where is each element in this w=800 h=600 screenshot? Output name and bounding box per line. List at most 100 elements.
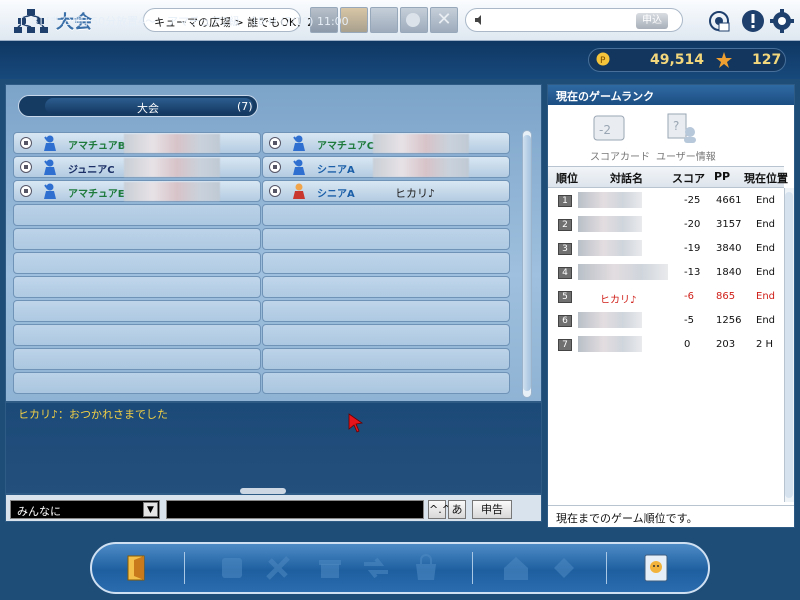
ranking-pos: End xyxy=(756,267,776,278)
avatar-slot-4[interactable] xyxy=(400,7,428,33)
blurred-player-name xyxy=(373,158,469,177)
ranking-pp: 4661 xyxy=(716,195,742,206)
player-rank: ジュニアC xyxy=(68,165,115,176)
player-icon xyxy=(293,183,305,199)
empty-player-slot[interactable] xyxy=(13,252,261,274)
kana-button[interactable]: あ xyxy=(448,500,466,519)
user-info-label: ユーザー情報 xyxy=(656,152,716,163)
empty-player-slot[interactable] xyxy=(262,276,510,298)
player-name: ヒカリ♪ xyxy=(395,187,436,200)
rank-badge: 7 xyxy=(558,339,572,351)
exit-icon[interactable] xyxy=(122,552,154,584)
rank-badge: 2 xyxy=(558,219,572,231)
status-dot-icon xyxy=(269,161,281,173)
ranking-pp: 203 xyxy=(716,339,736,350)
player-slot[interactable]: シニアA xyxy=(262,156,510,178)
tournament-info: [38] [非公開] 50分放置4～ アマチュア2級 18 H (7/10) 1… xyxy=(20,15,349,28)
empty-player-slot[interactable] xyxy=(13,300,261,322)
profile-icon[interactable] xyxy=(640,552,672,584)
col-score: スコア xyxy=(672,172,705,185)
ranking-score: -6 xyxy=(684,291,694,302)
svg-text:P: P xyxy=(600,56,606,66)
ranking-player-name[interactable]: ヒカリ♪ xyxy=(600,291,636,306)
col-name: 対話名 xyxy=(610,172,643,185)
player-rank: アマチュアB xyxy=(68,141,126,152)
participant-scroll-thumb[interactable] xyxy=(523,135,531,391)
dock-separator xyxy=(472,552,473,584)
svg-text:-2: -2 xyxy=(599,123,611,137)
ranking-score: -13 xyxy=(684,267,701,278)
empty-player-slot[interactable] xyxy=(262,204,510,226)
chat-target-value: みんなに xyxy=(17,505,61,518)
empty-player-slot[interactable] xyxy=(262,300,510,322)
player-slot[interactable]: ジュニアC xyxy=(13,156,261,178)
group-title: 大会 xyxy=(137,102,159,115)
blurred-player-name xyxy=(124,134,220,153)
player-slot[interactable]: アマチュアE xyxy=(13,180,261,202)
blurred-player-name[interactable] xyxy=(578,240,642,256)
kp-icon xyxy=(716,52,732,68)
room-icon[interactable] xyxy=(707,9,731,33)
empty-player-slot[interactable] xyxy=(13,228,261,250)
chat-target-select[interactable]: みんなに ▼ xyxy=(10,500,160,519)
close-slot-icon[interactable]: ✕ xyxy=(430,7,458,33)
empty-player-slot[interactable] xyxy=(13,348,261,370)
blurred-player-name[interactable] xyxy=(578,336,642,352)
empty-player-slot[interactable] xyxy=(262,372,510,394)
tools-icon[interactable] xyxy=(262,552,294,584)
shuffle-icon[interactable] xyxy=(548,552,580,584)
empty-player-slot[interactable] xyxy=(262,348,510,370)
empty-player-slot[interactable] xyxy=(13,372,261,394)
empty-player-slot[interactable] xyxy=(13,204,261,226)
scorecard-icon[interactable] xyxy=(216,552,248,584)
empty-player-slot[interactable] xyxy=(262,252,510,274)
player-icon xyxy=(44,159,56,175)
blurred-player-name[interactable] xyxy=(578,264,668,280)
chevron-down-icon[interactable]: ▼ xyxy=(143,502,158,517)
scorecard-label: スコアカード xyxy=(590,152,650,163)
dock-separator xyxy=(606,552,607,584)
rank-badge: 4 xyxy=(558,267,572,279)
settings-icon[interactable] xyxy=(770,9,794,33)
transfer-icon[interactable] xyxy=(360,552,392,584)
avatar-slot-3[interactable] xyxy=(370,7,398,33)
empty-player-slot[interactable] xyxy=(262,324,510,346)
ranking-pos: 2 H xyxy=(756,339,774,350)
player-slot[interactable]: シニアA ヒカリ♪ xyxy=(262,180,510,202)
col-pp: PP xyxy=(714,170,731,183)
house-icon[interactable] xyxy=(500,552,532,584)
apply-button[interactable]: 申込 xyxy=(636,13,668,29)
ranking-scroll-thumb[interactable] xyxy=(785,192,793,498)
ranking-score: -5 xyxy=(684,315,694,326)
player-rank: シニアA xyxy=(317,165,355,176)
empty-player-slot[interactable] xyxy=(262,228,510,250)
empty-player-slot[interactable] xyxy=(13,324,261,346)
gift-icon[interactable] xyxy=(314,552,346,584)
player-slot[interactable]: アマチュアC xyxy=(262,132,510,154)
blurred-player-name[interactable] xyxy=(578,312,642,328)
blurred-player-name xyxy=(124,158,220,177)
status-dot-icon xyxy=(269,185,281,197)
user-info-icon[interactable]: ? xyxy=(664,112,698,144)
scorecard-icon[interactable]: -2 xyxy=(592,112,626,144)
blurred-player-name[interactable] xyxy=(578,192,642,208)
rank-badge: 1 xyxy=(558,195,572,207)
ranking-pp: 3840 xyxy=(716,243,742,254)
group-count: (7) xyxy=(237,100,253,113)
help-icon[interactable] xyxy=(741,9,765,33)
emoticon-button[interactable]: ^.^ xyxy=(428,500,451,519)
ranking-pos: End xyxy=(756,315,776,326)
empty-player-slot[interactable] xyxy=(13,276,261,298)
report-button[interactable]: 申告 xyxy=(472,500,512,519)
ranking-score: 0 xyxy=(684,339,691,350)
blurred-player-name[interactable] xyxy=(578,216,642,232)
status-dot-icon xyxy=(269,137,281,149)
bag-icon[interactable] xyxy=(410,552,442,584)
svg-text:?: ? xyxy=(673,119,679,133)
mouse-cursor-icon xyxy=(348,413,364,433)
ranking-score: -25 xyxy=(684,195,701,206)
ranking-title: 現在のゲームランク xyxy=(556,90,655,103)
player-rank: アマチュアE xyxy=(68,189,125,200)
chat-message-input[interactable] xyxy=(166,500,424,519)
player-slot[interactable]: アマチュアB xyxy=(13,132,261,154)
